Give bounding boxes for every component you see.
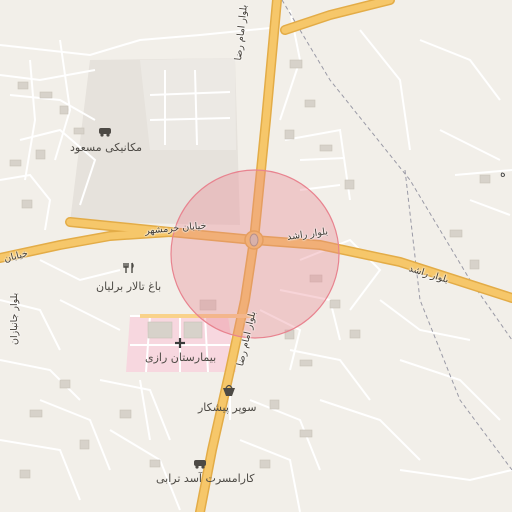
land-block: [140, 58, 236, 150]
place-label-garden-hall[interactable]: باغ تالار برلیان: [96, 281, 161, 292]
place-label-mechanic[interactable]: مکانیکی مسعود: [70, 142, 142, 153]
road-label-janbazan: بلوار جانبازان: [9, 292, 20, 345]
place-label-hospital[interactable]: بیمارستان رازی: [145, 352, 216, 363]
map-canvas[interactable]: ه بلوار امام رضا بلوار راشد بلوار راشد خ…: [0, 0, 512, 512]
map-layer: ه: [0, 0, 512, 512]
place-label-car-wash[interactable]: کارامسرت آسد ترابی: [156, 473, 255, 484]
place-label-supermarket[interactable]: سوپر پیشکار: [198, 402, 256, 413]
edge-glyph: ه: [500, 167, 506, 180]
